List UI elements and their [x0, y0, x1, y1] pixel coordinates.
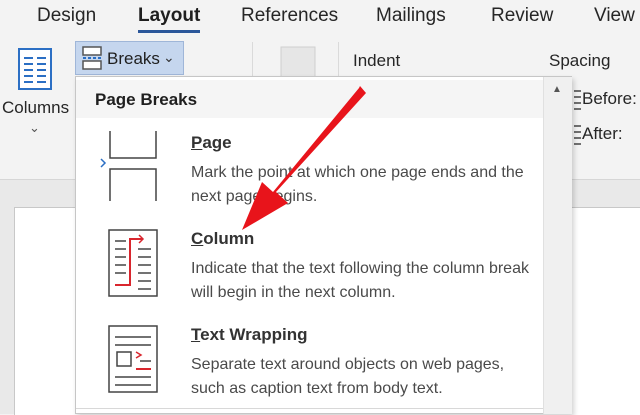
menu-item-description: Indicate that the text following the col… [191, 260, 529, 301]
spacing-before-label: Before: [582, 89, 637, 108]
breaks-label: Breaks [107, 49, 160, 68]
spacing-label: Spacing [549, 51, 611, 70]
tab-view[interactable]: View [594, 5, 635, 27]
columns-label: Columns [2, 98, 70, 117]
column-break-icon [108, 229, 158, 297]
tab-design[interactable]: Design [37, 5, 96, 27]
active-tab-indicator [138, 30, 200, 33]
columns-icon [18, 48, 52, 90]
menu-item-title: Page [191, 133, 232, 152]
menu-section-header: Page Breaks [95, 90, 198, 109]
breaks-icon [82, 46, 102, 70]
text-wrapping-break-icon [108, 325, 158, 393]
menu-item-description: Separate text around objects on web page… [191, 356, 505, 397]
tab-layout[interactable]: Layout [138, 5, 200, 27]
menu-divider [76, 408, 543, 409]
spacing-after-icon [574, 125, 581, 145]
tab-mailings[interactable]: Mailings [376, 5, 446, 27]
spacing-before-icon [574, 90, 581, 110]
indent-label: Indent [353, 51, 401, 70]
spacing-after-label: After: [582, 124, 623, 143]
tab-review[interactable]: Review [491, 5, 553, 27]
chevron-down-icon: ⌄ [163, 49, 175, 65]
page-break-icon [100, 131, 157, 201]
chevron-down-icon: ⌄ [29, 120, 40, 135]
scroll-up-icon[interactable]: ▲ [548, 80, 566, 100]
menu-item-title: Text Wrapping [191, 325, 308, 344]
red-arrow-annotation-icon [242, 86, 366, 230]
ribbon-tab-bar: Design Layout References Mailings Review… [0, 0, 640, 34]
tab-references[interactable]: References [241, 5, 338, 27]
menu-scrollbar[interactable] [543, 77, 572, 414]
